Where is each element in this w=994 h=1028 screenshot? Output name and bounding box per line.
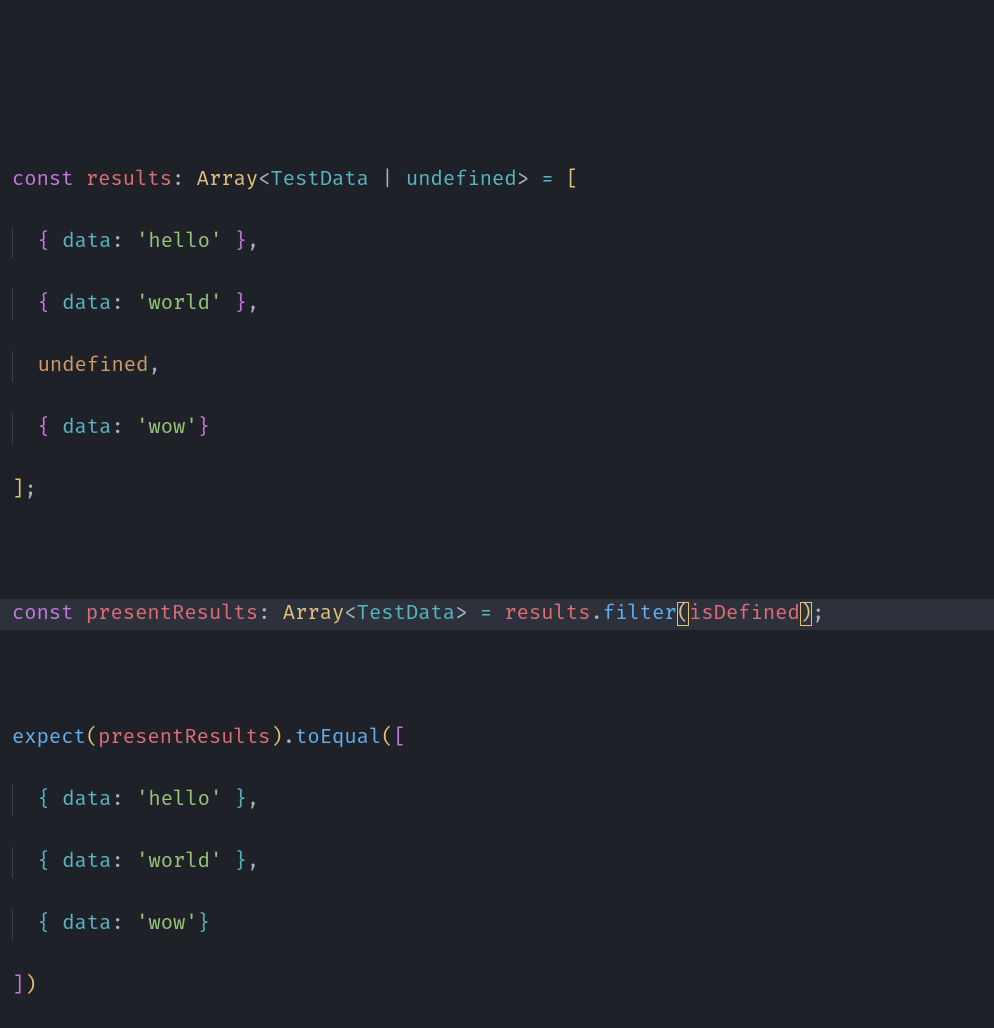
code-line: ]; <box>12 475 982 506</box>
code-line-blank <box>12 661 982 692</box>
undefined-value: undefined <box>38 354 149 378</box>
string-literal: 'wow' <box>136 912 198 936</box>
code-line: const results: Array<TestData | undefine… <box>12 165 982 196</box>
identifier-presentresults: presentResults <box>86 602 258 626</box>
code-line: { data: 'wow'} <box>12 909 982 940</box>
keyword-const: const <box>12 168 74 192</box>
bracket-close: ] <box>12 478 24 502</box>
code-line: { data: 'world' }, <box>12 847 982 878</box>
code-line-active: const presentResults: Array<TestData> = … <box>0 599 994 630</box>
type-array: Array <box>197 168 259 192</box>
code-line: { data: 'hello' }, <box>12 227 982 258</box>
code-line: { data: 'hello' }, <box>12 785 982 816</box>
string-literal: 'world' <box>136 292 222 316</box>
string-literal: 'hello' <box>136 230 222 254</box>
string-literal: 'wow' <box>136 416 198 440</box>
bracket-open: [ <box>566 168 578 192</box>
code-line: { data: 'world' }, <box>12 289 982 320</box>
code-editor[interactable]: const results: Array<TestData | undefine… <box>12 134 982 1028</box>
code-line: expect(presentResults).toEqual([ <box>12 723 982 754</box>
code-line-blank <box>12 537 982 568</box>
code-line: ]) <box>12 971 982 1002</box>
type-testdata: TestData <box>271 168 369 192</box>
identifier-results: results <box>86 168 172 192</box>
matched-paren-close: ) <box>800 602 812 626</box>
identifier-isdefined: isDefined <box>689 602 800 626</box>
method-filter: filter <box>603 602 677 626</box>
fn-toequal: toEqual <box>295 726 381 750</box>
prop-data: data <box>62 230 111 254</box>
code-line: undefined, <box>12 351 982 382</box>
string-literal: 'hello' <box>136 788 222 812</box>
code-line: { data: 'wow'} <box>12 413 982 444</box>
string-literal: 'world' <box>136 850 222 874</box>
fn-expect: expect <box>12 726 86 750</box>
type-undefined: undefined <box>406 168 517 192</box>
matched-paren-open: ( <box>677 602 689 626</box>
